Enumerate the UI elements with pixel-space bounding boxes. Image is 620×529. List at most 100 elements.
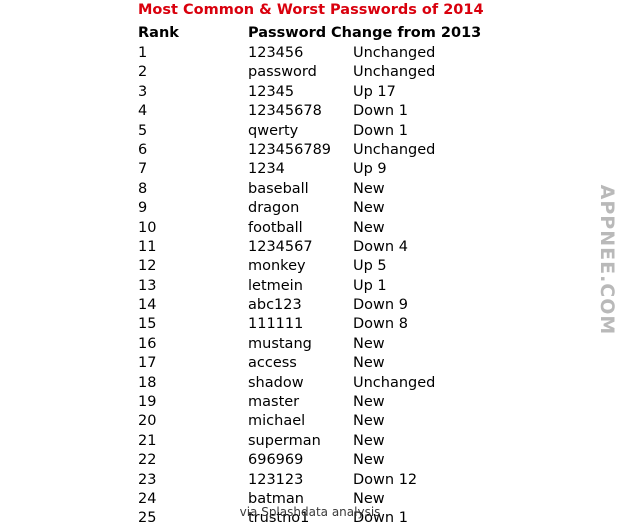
cell-rank: 4 <box>138 103 148 120</box>
cell-rank: 3 <box>138 83 148 100</box>
cell-change: New <box>353 180 385 197</box>
table-row: 15 111111 Down 8 <box>138 315 508 334</box>
cell-change: Down 1 <box>353 103 408 120</box>
cell-password: 1234 <box>248 161 285 178</box>
cell-change: Unchanged <box>353 45 436 61</box>
cell-rank: 10 <box>138 219 157 236</box>
cell-change: Up 1 <box>353 277 387 294</box>
cell-rank: 16 <box>138 335 157 352</box>
cell-rank: 5 <box>138 122 148 139</box>
cell-change: Up 17 <box>353 83 396 100</box>
cell-change: Unchanged <box>353 374 436 391</box>
page-title: Most Common & Worst Passwords of 2014 <box>138 2 484 18</box>
cell-change: Down 8 <box>353 316 408 333</box>
cell-change: New <box>353 394 385 411</box>
column-header-rank: Rank <box>138 25 179 41</box>
table-row: 1 123456 Unchanged <box>138 44 508 63</box>
cell-change: Down 12 <box>353 471 418 488</box>
cell-password: 12345678 <box>248 103 322 120</box>
cell-rank: 20 <box>138 413 157 430</box>
cell-password: 123456789 <box>248 141 332 158</box>
table-row: 5 qwerty Down 1 <box>138 122 508 141</box>
cell-password: football <box>248 219 303 236</box>
cell-rank: 19 <box>138 394 157 411</box>
cell-change: New <box>353 413 385 430</box>
cell-change: Up 5 <box>353 258 387 275</box>
cell-rank: 14 <box>138 297 157 314</box>
table-row: 2 password Unchanged <box>138 63 508 82</box>
cell-rank: 7 <box>138 161 148 178</box>
table-row: 13 letmein Up 1 <box>138 277 508 296</box>
table-row: 19 master New <box>138 393 508 412</box>
cell-change: Down 1 <box>353 122 408 139</box>
cell-password: 1234567 <box>248 238 313 255</box>
source-caption: via Splashdata analysis <box>239 505 381 519</box>
cell-password: master <box>248 394 300 411</box>
cell-rank: 8 <box>138 180 148 197</box>
table-row: 6 123456789 Unchanged <box>138 141 508 160</box>
cell-rank: 9 <box>138 200 148 217</box>
cell-password: abc123 <box>248 297 302 314</box>
table-row: 21 superman New <box>138 432 508 451</box>
cell-password: 696969 <box>248 452 304 469</box>
table-row: 11 1234567 Down 4 <box>138 238 508 257</box>
table-row: 8 baseball New <box>138 180 508 199</box>
table-row: 20 michael New <box>138 412 508 431</box>
table-row: 9 dragon New <box>138 199 508 218</box>
cell-password: 111111 <box>248 316 304 333</box>
cell-password: qwerty <box>248 122 299 139</box>
cell-rank: 12 <box>138 258 157 275</box>
cell-password: michael <box>248 413 306 430</box>
cell-password: dragon <box>248 200 300 217</box>
cell-password: 123456 <box>248 45 304 61</box>
cell-change: Down 9 <box>353 297 408 314</box>
table-row: 16 mustang New <box>138 335 508 354</box>
watermark: APPNEE.COM <box>596 184 618 336</box>
table-row: 23 123123 Down 12 <box>138 471 508 490</box>
cell-password: 123123 <box>248 471 304 488</box>
passwords-table: Rank Password Change from 2013 1 123456 … <box>138 24 508 529</box>
table-row: 12 monkey Up 5 <box>138 257 508 276</box>
cell-rank: 13 <box>138 277 157 294</box>
table-row: 18 shadow Unchanged <box>138 374 508 393</box>
table-row: 17 access New <box>138 354 508 373</box>
table-row: 7 1234 Up 9 <box>138 160 508 179</box>
cell-rank: 2 <box>138 64 148 81</box>
cell-change: Down 4 <box>353 238 408 255</box>
cell-rank: 11 <box>138 238 157 255</box>
cell-change: New <box>353 432 385 449</box>
cell-rank: 15 <box>138 316 157 333</box>
cell-change: Up 9 <box>353 161 387 178</box>
table-row: 14 abc123 Down 9 <box>138 296 508 315</box>
cell-password: password <box>248 64 317 81</box>
password-list-page: Most Common & Worst Passwords of 2014 Ra… <box>0 0 620 526</box>
cell-rank: 18 <box>138 374 157 391</box>
table-row: 10 football New <box>138 219 508 238</box>
cell-rank: 17 <box>138 355 157 372</box>
cell-password: letmein <box>248 277 303 294</box>
cell-change: New <box>353 219 385 236</box>
cell-password: shadow <box>248 374 304 391</box>
cell-rank: 1 <box>138 45 148 61</box>
cell-rank: 23 <box>138 471 157 488</box>
column-header-password: Password <box>248 25 327 41</box>
cell-password: superman <box>248 432 321 449</box>
cell-password: access <box>248 355 297 372</box>
cell-password: baseball <box>248 180 309 197</box>
cell-password: 12345 <box>248 83 295 100</box>
cell-rank: 6 <box>138 141 148 158</box>
cell-password: mustang <box>248 335 312 352</box>
column-header-change: Change from 2013 <box>331 25 482 41</box>
cell-change: Unchanged <box>353 64 436 81</box>
table-row: 3 12345 Up 17 <box>138 83 508 102</box>
table-header-row: Rank Password Change from 2013 <box>138 24 508 44</box>
table-row: 22 696969 New <box>138 451 508 470</box>
cell-change: New <box>353 335 385 352</box>
table-row: 4 12345678 Down 1 <box>138 102 508 121</box>
cell-change: New <box>353 200 385 217</box>
cell-rank: 21 <box>138 432 157 449</box>
cell-change: New <box>353 452 385 469</box>
cell-password: monkey <box>248 258 306 275</box>
cell-change: New <box>353 355 385 372</box>
cell-change: Unchanged <box>353 141 436 158</box>
